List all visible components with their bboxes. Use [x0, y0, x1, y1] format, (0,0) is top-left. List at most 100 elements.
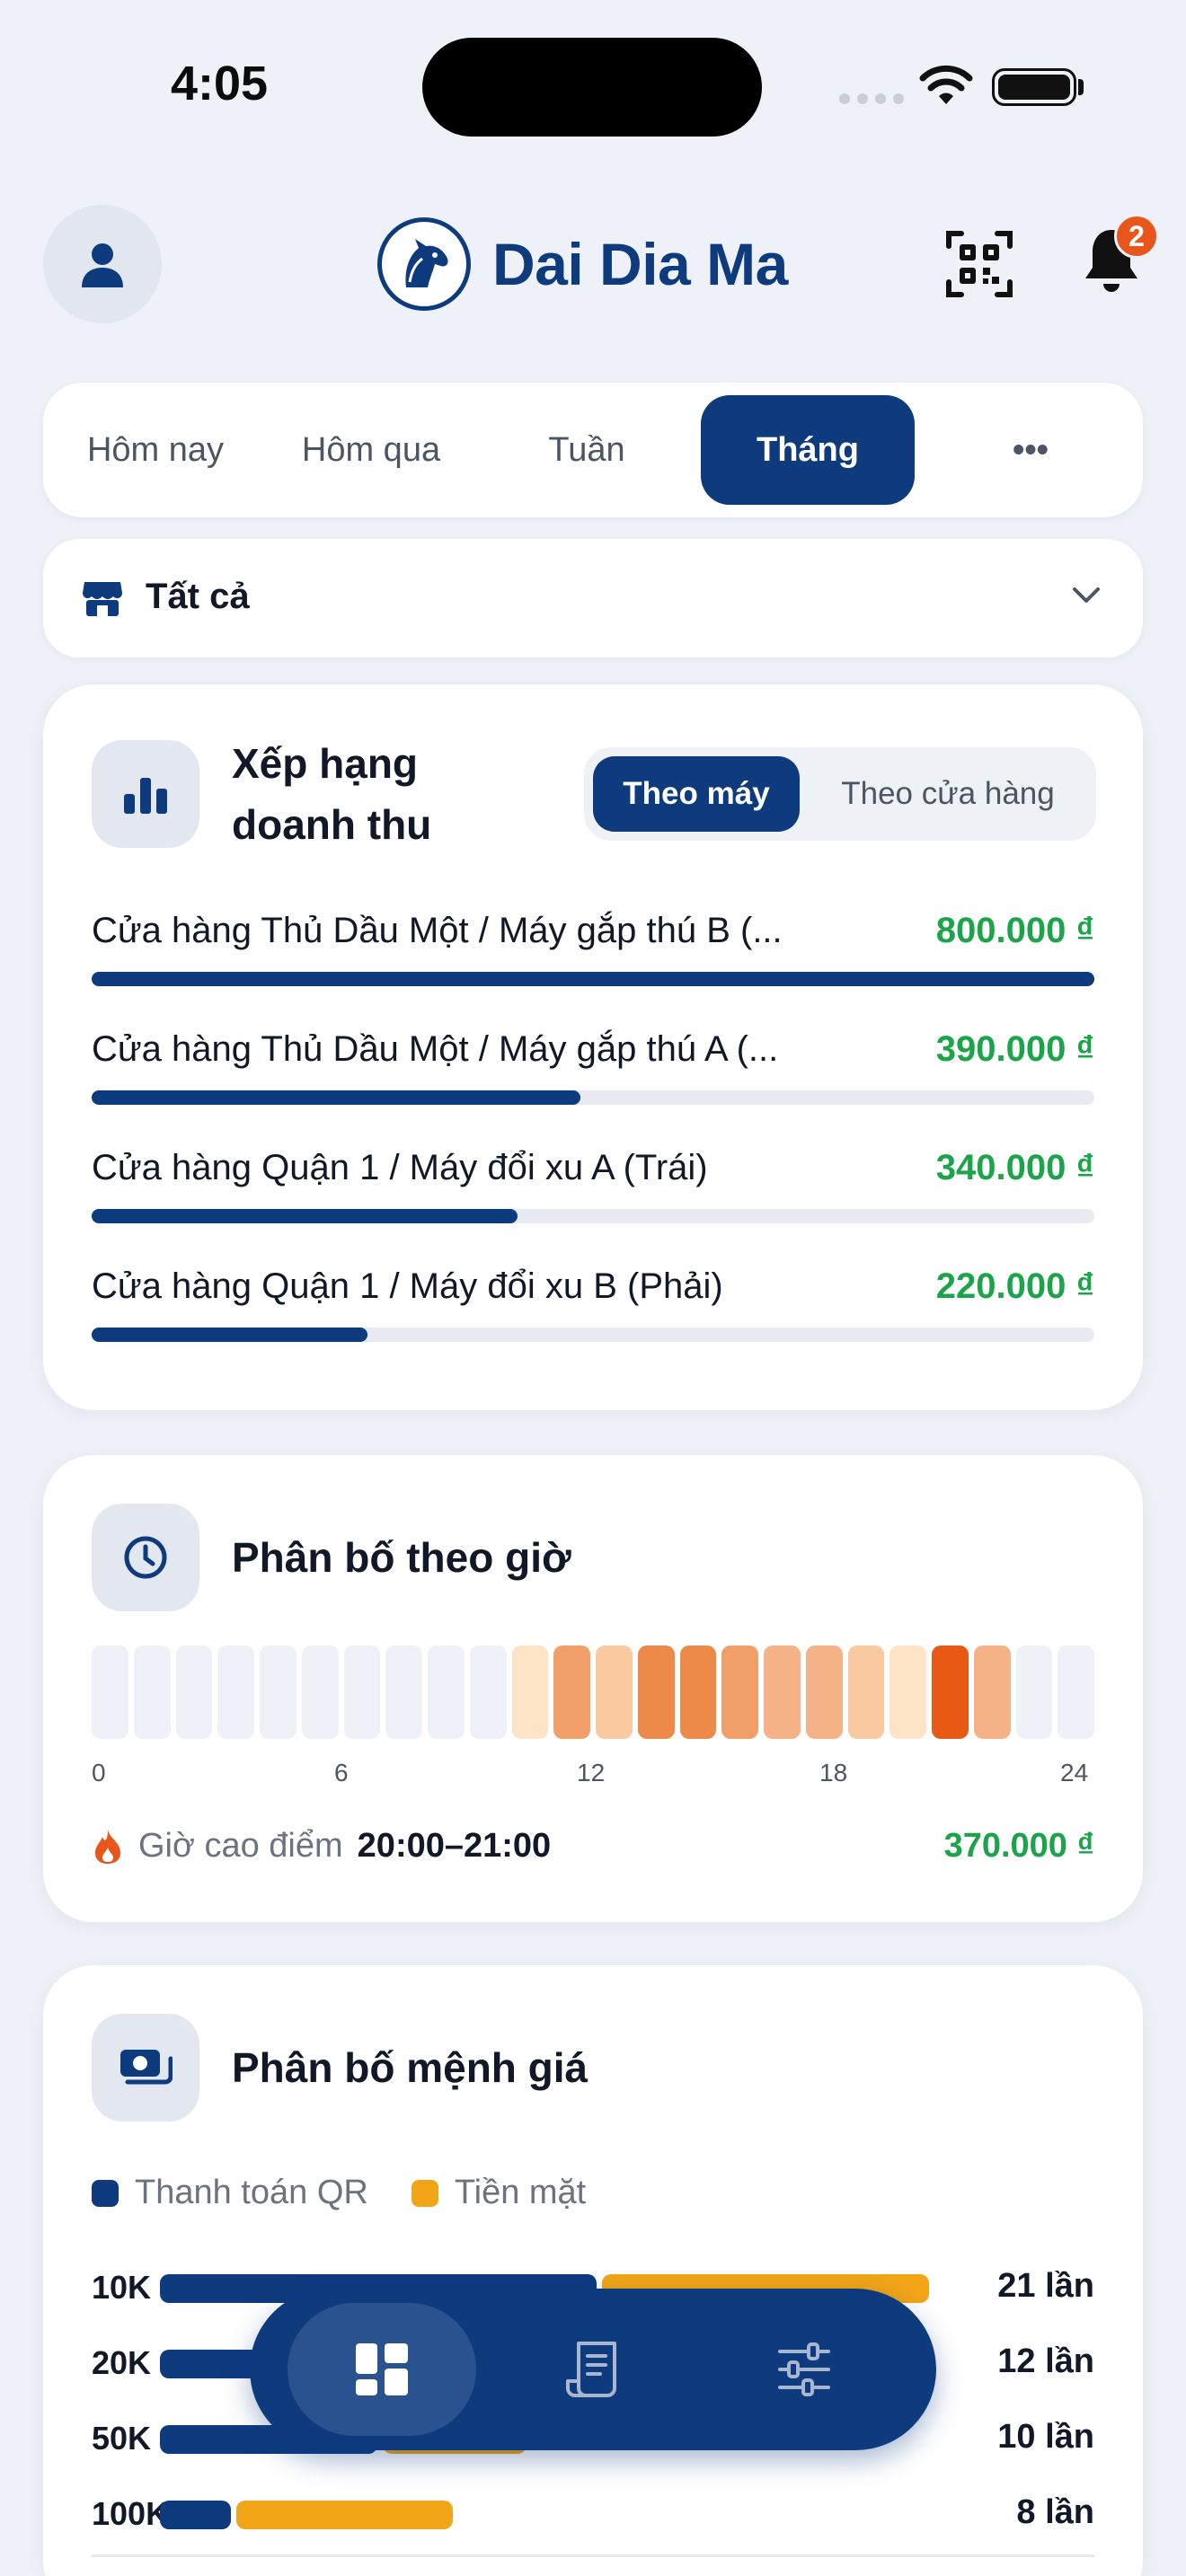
ranking-item-value: 390.000 ₫: [935, 1029, 1094, 1069]
tab-month[interactable]: Tháng: [701, 395, 915, 505]
hour-tick: 24: [1060, 1759, 1089, 1786]
nav-transactions[interactable]: [500, 2303, 688, 2436]
hour-cell: [428, 1645, 465, 1739]
hour-cell: [301, 1645, 339, 1739]
hour-tick: 12: [577, 1759, 606, 1786]
bar-chart-icon: [92, 740, 199, 848]
ranking-item-name: Cửa hàng Quận 1 / Máy đổi xu B (Phải): [92, 1266, 723, 1306]
receipt-icon: [566, 2342, 616, 2397]
hour-cell: [1058, 1645, 1094, 1739]
legend-label: Tiền mặt: [454, 2174, 587, 2211]
denomination-count: 10 lần: [997, 2418, 1094, 2456]
hour-cell: [133, 1645, 171, 1739]
hour-cell: [385, 1645, 422, 1739]
clock-icon: [92, 1504, 199, 1611]
nav-dashboard[interactable]: [288, 2303, 476, 2436]
peak-hour-row: Giờ cao điểm 20:00–21:00: [92, 1827, 551, 1866]
hourly-title: Phân bố theo giờ: [232, 1534, 571, 1581]
denomination-count: 12 lần: [997, 2342, 1094, 2380]
hour-cell: [92, 1645, 128, 1739]
ranking-item-value: 220.000 ₫: [935, 1266, 1094, 1306]
ranking-item-name: Cửa hàng Thủ Dầu Một / Máy gắp thú B (..…: [92, 911, 783, 950]
ranking-item-value: 800.000 ₫: [935, 911, 1094, 950]
denomination-count: 8 lần: [1016, 2493, 1094, 2531]
brand-logo: Dai Dia Ma: [377, 217, 788, 311]
hour-cell: [596, 1645, 633, 1739]
peak-hour-time: 20:00–21:00: [357, 1827, 552, 1865]
ranking-bar-fill: [92, 972, 1094, 986]
horse-logo-icon: [377, 217, 471, 311]
peak-hour-label: Giờ cao điểm: [138, 1827, 343, 1865]
ranking-bar-fill: [92, 1209, 518, 1223]
bottom-nav: [250, 2289, 936, 2450]
ranking-bar-track: [92, 1328, 1094, 1342]
hour-cell: [343, 1645, 381, 1739]
ranking-item-value: 340.000 ₫: [935, 1148, 1094, 1187]
nav-settings[interactable]: [710, 2303, 898, 2436]
user-icon: [82, 243, 123, 287]
hour-cell: [679, 1645, 717, 1739]
legend-item-qr: Thanh toán QR: [92, 2174, 368, 2212]
ranking-item-name: Cửa hàng Quận 1 / Máy đổi xu A (Trái): [92, 1148, 708, 1187]
dynamic-island: [422, 38, 762, 137]
cash-icon: [92, 2014, 199, 2122]
tab-yesterday[interactable]: Hôm qua: [268, 395, 474, 505]
ranking-bar-track: [92, 972, 1094, 986]
fire-icon: [95, 1829, 120, 1864]
more-periods-button[interactable]: •••: [927, 395, 1134, 505]
legend-label: Thanh toán QR: [135, 2174, 368, 2211]
denomination-count: 21 lần: [997, 2267, 1094, 2305]
legend-item-cash: Tiền mặt: [411, 2174, 587, 2212]
hour-tick: 18: [819, 1759, 848, 1786]
store-icon: [83, 582, 122, 616]
revenue-ranking-card: Xếp hạng doanh thu Theo máy Theo cửa hàn…: [43, 684, 1143, 1410]
hour-cell: [260, 1645, 296, 1739]
ranking-item-name: Cửa hàng Thủ Dầu Một / Máy gắp thú A (..…: [92, 1029, 779, 1069]
hour-cell: [469, 1645, 507, 1739]
hour-tick: 0: [92, 1759, 106, 1786]
hour-cell: [553, 1645, 590, 1739]
store-filter-dropdown[interactable]: Tất cả: [43, 539, 1143, 657]
hour-cell: [175, 1645, 213, 1739]
profile-button[interactable]: [43, 205, 162, 323]
hour-cell: [764, 1645, 801, 1739]
store-filter-value: Tất cả: [146, 577, 250, 616]
hour-cell: [973, 1645, 1011, 1739]
denomination-label: 50K: [92, 2420, 152, 2457]
period-tabs: Hôm nay Hôm qua Tuần Tháng •••: [43, 383, 1143, 517]
denomination-label: 100K: [92, 2495, 170, 2532]
qr-scan-icon[interactable]: [945, 230, 1013, 298]
hour-cell: [805, 1645, 843, 1739]
hour-tick: 6: [334, 1759, 349, 1786]
battery-tip: [1078, 79, 1084, 95]
tab-today[interactable]: Hôm nay: [52, 395, 259, 505]
battery-icon: [992, 68, 1076, 106]
toggle-by-store[interactable]: Theo cửa hàng: [809, 756, 1087, 832]
hour-cell: [847, 1645, 885, 1739]
ranking-bar-fill: [92, 1328, 367, 1342]
ranking-bar-track: [92, 1209, 1094, 1223]
hour-cell: [890, 1645, 926, 1739]
status-time: 4:05: [171, 57, 269, 110]
denomination-legend: Thanh toán QR Tiền mặt: [92, 2174, 586, 2212]
legend-swatch-qr: [92, 2179, 119, 2207]
hour-cell: [511, 1645, 549, 1739]
hour-cell: [637, 1645, 675, 1739]
hourly-heatmap: [92, 1645, 1094, 1739]
tab-week[interactable]: Tuần: [483, 395, 690, 505]
cellular-signal-icon: [839, 93, 904, 104]
ranking-bar-track: [92, 1090, 1094, 1105]
hour-cell: [721, 1645, 758, 1739]
peak-hour-value: 370.000 ₫: [943, 1827, 1094, 1865]
cash-bar: [235, 2501, 454, 2529]
ranking-mode-toggle: Theo máy Theo cửa hàng: [584, 747, 1096, 841]
dashboard-icon: [356, 2343, 408, 2395]
denomination-label: 20K: [92, 2344, 152, 2381]
hourly-distribution-card: Phân bố theo giờ 0 6 12 18 24 Giờ cao đi…: [43, 1455, 1143, 1922]
toggle-by-machine[interactable]: Theo máy: [593, 756, 800, 832]
wifi-icon: [919, 65, 973, 104]
denomination-title: Phân bố mệnh giá: [232, 2044, 589, 2091]
legend-swatch-cash: [411, 2179, 438, 2207]
denomination-label: 10K: [92, 2269, 152, 2306]
ranking-title-line1: Xếp hạng: [232, 740, 419, 787]
